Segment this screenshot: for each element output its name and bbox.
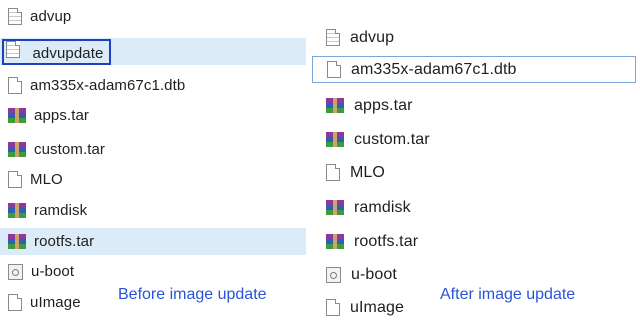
archive-icon [326, 98, 344, 113]
file-row-uimage[interactable]: uImage [0, 289, 104, 316]
file-name: rootfs.tar [354, 232, 419, 250]
file-row-uimage[interactable]: uImage [312, 294, 422, 321]
file-name: u-boot [351, 265, 397, 283]
file-row-custom[interactable]: custom.tar [0, 136, 306, 163]
document-icon [6, 40, 20, 58]
file-name: uImage [30, 294, 81, 311]
document-icon [8, 8, 22, 25]
file-list-before: advup advupdate am335x-adam67c1.dtb apps… [0, 0, 310, 320]
archive-icon [326, 200, 344, 215]
file-row-dtb-focused[interactable]: am335x-adam67c1.dtb [312, 56, 636, 83]
archive-icon [8, 108, 26, 123]
file-row-mlo[interactable]: MLO [312, 159, 636, 186]
blank-file-icon [326, 164, 340, 181]
file-list-after: advup am335x-adam67c1.dtb apps.tar custo… [312, 0, 640, 320]
file-row-uboot[interactable]: u-boot [0, 258, 306, 285]
document-icon [326, 29, 340, 46]
blank-file-icon [8, 171, 22, 188]
file-row-advupdate-selected[interactable]: advupdate [0, 38, 306, 65]
file-name: advup [350, 28, 395, 46]
file-row-uboot[interactable]: u-boot [312, 261, 636, 288]
blank-file-icon [8, 294, 22, 311]
file-row-ramdisk[interactable]: ramdisk [0, 197, 306, 224]
file-row-ramdisk[interactable]: ramdisk [312, 194, 636, 221]
file-name: apps.tar [34, 107, 89, 124]
file-row-mlo[interactable]: MLO [0, 166, 306, 193]
file-name: MLO [350, 163, 385, 181]
caption-after: After image update [440, 286, 576, 303]
file-name: advupdate [32, 44, 104, 62]
file-name: MLO [30, 171, 63, 188]
file-row-custom[interactable]: custom.tar [312, 126, 636, 153]
caption-before: Before image update [118, 286, 267, 303]
selection-outline: advupdate [2, 38, 112, 65]
file-name: apps.tar [354, 96, 413, 114]
archive-icon [326, 234, 344, 249]
file-name: custom.tar [354, 130, 430, 148]
file-row-dtb[interactable]: am335x-adam67c1.dtb [0, 72, 306, 99]
file-name: rootfs.tar [34, 233, 95, 250]
file-row-apps[interactable]: apps.tar [0, 102, 306, 129]
file-name: u-boot [31, 263, 75, 280]
file-name: ramdisk [34, 202, 88, 219]
file-name: am335x-adam67c1.dtb [351, 60, 517, 78]
blank-file-icon [327, 61, 341, 78]
file-name: am335x-adam67c1.dtb [30, 77, 186, 94]
file-row-rootfs[interactable]: rootfs.tar [0, 228, 306, 255]
file-name: ramdisk [354, 198, 411, 216]
archive-icon [8, 142, 26, 157]
archive-icon [326, 132, 344, 147]
file-row-rootfs[interactable]: rootfs.tar [312, 228, 636, 255]
blank-file-icon [326, 299, 340, 316]
file-name: custom.tar [34, 141, 106, 158]
file-row-advup[interactable]: advup [312, 24, 636, 51]
file-row-apps[interactable]: apps.tar [312, 92, 636, 119]
blank-file-icon [8, 77, 22, 94]
archive-icon [8, 203, 26, 218]
file-name: uImage [350, 298, 404, 316]
system-file-icon [326, 266, 341, 283]
file-name: advup [30, 8, 72, 25]
file-row-advup[interactable]: advup [0, 3, 306, 30]
archive-icon [8, 234, 26, 249]
system-file-icon [8, 263, 23, 280]
